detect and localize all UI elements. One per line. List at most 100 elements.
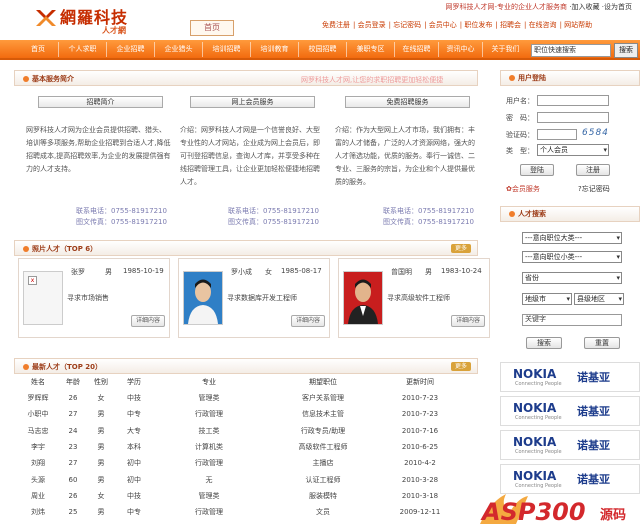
nav-item-online[interactable]: 在线招聘 xyxy=(394,42,438,57)
cell-education: 中技 xyxy=(127,394,141,403)
captcha-image[interactable]: 6584 xyxy=(582,128,609,138)
top-link-post-job[interactable]: 职位发布 xyxy=(464,21,492,29)
province-select[interactable]: 省份 xyxy=(522,272,622,284)
home-box-link[interactable]: 首页 xyxy=(190,20,234,36)
nav-item-home[interactable]: 首页 xyxy=(18,42,58,57)
top-link-help[interactable]: 网站帮助 xyxy=(564,21,592,29)
cell-name[interactable]: 罗辉辉 xyxy=(18,390,58,406)
sponsor-banner[interactable]: NOKIA Connecting People 诺基亚 xyxy=(500,362,640,392)
table-row[interactable]: 刘翔 27 男 初中 行政管理 主播店 2010-4-2 xyxy=(18,455,458,471)
table-row[interactable]: 罗辉辉 26 女 中技 管理类 客户关系管理 2010-7-23 xyxy=(18,390,458,406)
password-input[interactable] xyxy=(537,112,609,123)
cell-date: 2010-3-18 xyxy=(401,491,439,500)
cell-gender: 男 xyxy=(97,426,105,435)
add-favorite-link[interactable]: ·加入收藏 xyxy=(569,3,599,11)
cell-date: 2009-12-11 xyxy=(399,508,441,517)
forgot-password-link[interactable]: ?忘记密码 xyxy=(578,184,610,194)
cell-gender: 男 xyxy=(97,410,105,419)
nav-item-training-recruit[interactable]: 培训招聘 xyxy=(202,42,250,57)
intro-panel-header: 基本服务简介 网罗科技人才网,让您的求职招聘更加轻松便捷 xyxy=(14,70,478,86)
photo-talent-more-button[interactable]: 更多 xyxy=(450,244,471,253)
person-photo-icon xyxy=(344,272,382,324)
nav-item-recruit[interactable]: 企业招聘 xyxy=(106,42,154,57)
captcha-input[interactable] xyxy=(537,129,577,140)
register-button[interactable]: 注册 xyxy=(576,164,610,176)
cell-name[interactable]: 头源 xyxy=(18,471,58,487)
nav-item-headhunt[interactable]: 企业猎头 xyxy=(154,42,202,57)
talent-detail-button[interactable]: 详细内容 xyxy=(131,315,165,327)
nav-item-training[interactable]: 培训教育 xyxy=(250,42,298,57)
cell-name[interactable]: 周业 xyxy=(18,488,58,504)
cell-name[interactable]: 刘翔 xyxy=(18,455,58,471)
login-button[interactable]: 登陆 xyxy=(520,164,554,176)
talent-position: 寻求市场销售 xyxy=(67,294,109,302)
talent-gender: 男 xyxy=(105,268,112,276)
city-select[interactable]: 地级市 xyxy=(522,293,572,305)
member-service-link[interactable]: ✿会员服务 xyxy=(506,184,540,194)
nav-item-about[interactable]: 关于我们 xyxy=(482,42,528,57)
nav-item-parttime[interactable]: 兼职专区 xyxy=(346,42,394,57)
username-input[interactable] xyxy=(537,95,609,106)
top-link-register[interactable]: 免费注册 xyxy=(322,21,350,29)
watermark-text: ASP300 xyxy=(482,498,586,526)
cell-date: 2010-7-23 xyxy=(401,394,439,403)
cell-major: 无 xyxy=(205,475,213,484)
table-row[interactable]: 刘炜 25 男 中专 行政管理 文员 2009-12-11 xyxy=(18,504,458,520)
talent-photo[interactable] xyxy=(343,271,383,325)
talent-detail-button[interactable]: 详细内容 xyxy=(291,315,325,327)
tab-online-member[interactable]: 网上会员服务 xyxy=(190,96,315,108)
cell-date: 2010-7-23 xyxy=(401,410,439,419)
tab-free-recruit[interactable]: 免费招聘服务 xyxy=(345,96,470,108)
photo-placeholder: x xyxy=(23,271,63,325)
cell-name[interactable]: 刘炜 xyxy=(18,504,58,520)
talent-name[interactable]: 张罗 xyxy=(71,267,85,277)
nav-item-news[interactable]: 资讯中心 xyxy=(438,42,482,57)
top-link-jobfair[interactable]: 招聘会 xyxy=(500,21,521,29)
top-link-login[interactable]: 会员登录 xyxy=(358,21,386,29)
latest-talent-more-button[interactable]: 更多 xyxy=(450,362,471,371)
table-row[interactable]: 马志忠 24 男 大专 技工类 行政专员/助理 2010-7-16 xyxy=(18,423,458,439)
table-row[interactable]: 小职中 27 男 中专 行政管理 信息技术主管 2010-7-23 xyxy=(18,406,458,422)
cell-age: 26 xyxy=(68,394,78,403)
cell-major: 管理类 xyxy=(198,394,220,403)
position-category-select[interactable]: ---意向职位大类--- xyxy=(522,232,622,244)
position-subcategory-select[interactable]: ---意向职位小类--- xyxy=(522,251,622,263)
table-row[interactable]: 李宇 23 男 本科 计算机类 高级软件工程师 2010-6-25 xyxy=(18,439,458,455)
nav-item-campus[interactable]: 校园招聘 xyxy=(298,42,346,57)
type-label: 类 型： xyxy=(506,147,534,155)
cell-name[interactable]: 马志忠 xyxy=(18,423,58,439)
top-link-consult[interactable]: 在线咨询 xyxy=(529,21,557,29)
talent-card: 曾国明 男 1983-10-24 寻求高级软件工程师 详细内容 xyxy=(338,258,490,338)
tab-recruit-intro[interactable]: 招聘简介 xyxy=(38,96,163,108)
cell-name[interactable]: 李宇 xyxy=(18,439,58,455)
cell-position: 认证工程师 xyxy=(305,475,341,484)
sponsor-banner[interactable]: NOKIA Connecting People 诺基亚 xyxy=(500,430,640,460)
nav-search-button[interactable]: 搜索 xyxy=(614,43,638,58)
intro-text-1: 网罗科技人才网为企业会员提供招聘、猎头、培训等多项服务,帮助企业招聘到合适人才,… xyxy=(26,126,171,173)
latest-talent-title: 最新人才（TOP 20） xyxy=(23,362,102,372)
talent-search-header: 人才搜索 xyxy=(500,206,640,222)
talent-photo[interactable] xyxy=(183,271,223,325)
nav-search-input[interactable]: 职位快速搜索 xyxy=(531,44,611,57)
sponsor-banner[interactable]: NOKIA Connecting People 诺基亚 xyxy=(500,396,640,426)
talent-detail-button[interactable]: 详细内容 xyxy=(451,315,485,327)
set-homepage-link[interactable]: ·设为首页 xyxy=(602,3,632,11)
table-row[interactable]: 周业 26 女 中技 管理类 服装模特 2010-3-18 xyxy=(18,488,458,504)
top-link-member[interactable]: 会员中心 xyxy=(429,21,457,29)
talent-name[interactable]: 罗小成 xyxy=(231,267,252,277)
photo-talent-title: 照片人才（TOP 6） xyxy=(23,244,97,254)
talent-reset-button[interactable]: 重置 xyxy=(584,337,620,349)
talent-name[interactable]: 曾国明 xyxy=(391,267,412,277)
cell-gender: 男 xyxy=(97,475,105,484)
talent-search-button[interactable]: 搜索 xyxy=(526,337,562,349)
keyword-input[interactable]: 关键字 xyxy=(522,314,622,326)
nav-item-jobseek[interactable]: 个人求职 xyxy=(58,42,106,57)
top-link-forgot[interactable]: 忘记密码 xyxy=(393,21,421,29)
talent-gender: 女 xyxy=(265,268,272,276)
cell-date: 2010-3-28 xyxy=(401,475,439,484)
cell-name[interactable]: 小职中 xyxy=(18,406,58,422)
member-type-select[interactable]: 个人会员 xyxy=(537,144,609,156)
table-row[interactable]: 头源 60 男 初中 无 认证工程师 2010-3-28 xyxy=(18,471,458,487)
district-select[interactable]: 县级地区 xyxy=(574,293,624,305)
username-label: 用户名： xyxy=(506,97,534,105)
